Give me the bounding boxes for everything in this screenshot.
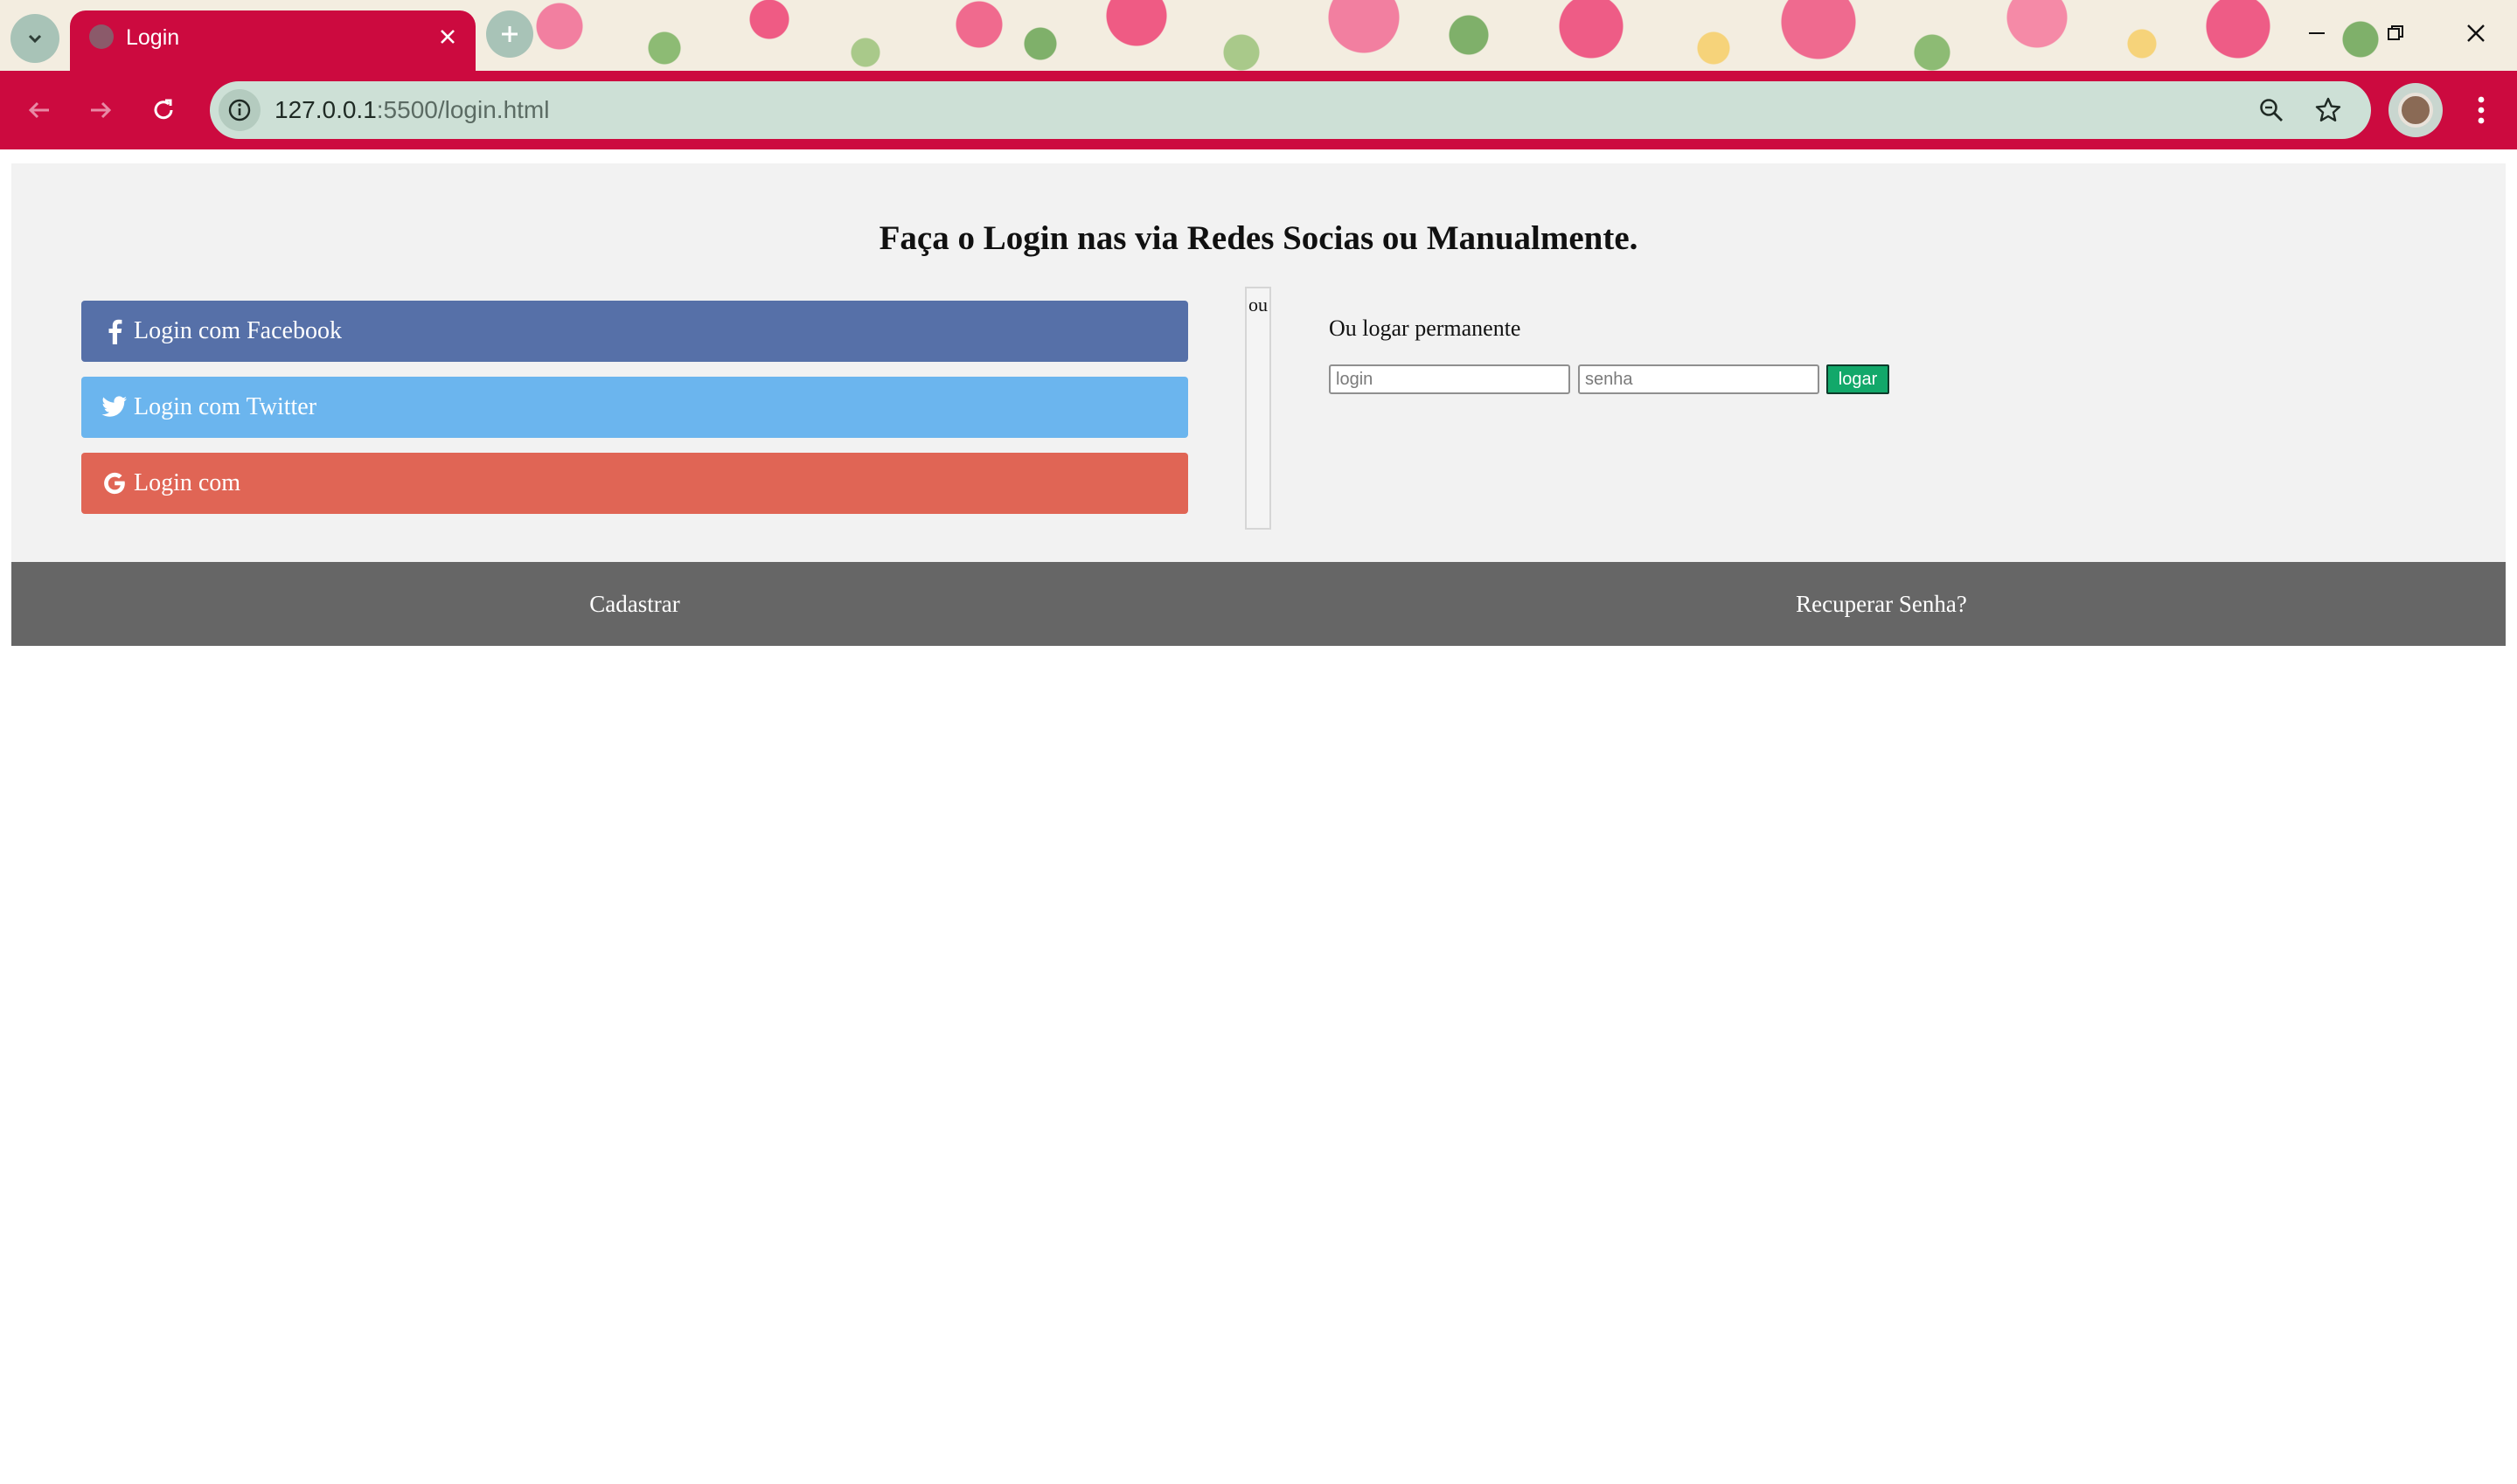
footer-bar: Cadastrar Recuperar Senha? (11, 562, 2506, 646)
info-icon (228, 99, 251, 121)
restore-button[interactable] (2378, 16, 2413, 51)
site-info-button[interactable] (219, 89, 261, 131)
logar-button[interactable]: logar (1826, 364, 1889, 394)
facebook-icon (99, 316, 130, 347)
globe-icon (89, 24, 114, 49)
login-panel: Faça o Login nas via Redes Socias ou Man… (11, 163, 2506, 562)
profile-avatar[interactable] (2388, 83, 2443, 137)
url-host: 127.0.0.1 (275, 96, 377, 123)
page-title: Faça o Login nas via Redes Socias ou Man… (879, 219, 1638, 257)
reload-button[interactable] (143, 90, 184, 130)
bookmark-button[interactable] (2312, 94, 2344, 126)
forward-button[interactable] (80, 90, 121, 130)
facebook-login-label: Login com Facebook (134, 317, 342, 344)
avatar-image (2398, 93, 2433, 128)
browser-tab-active[interactable]: Login (70, 10, 476, 71)
minimize-icon (2309, 32, 2325, 34)
chevron-down-icon (28, 34, 42, 44)
url-text[interactable]: 127.0.0.1:5500/login.html (275, 94, 549, 126)
twitter-icon (99, 392, 130, 423)
address-bar[interactable]: 127.0.0.1:5500/login.html (210, 81, 2371, 139)
google-icon (99, 468, 130, 499)
reload-icon (154, 99, 173, 120)
zoom-out-icon (2260, 99, 2283, 121)
minimize-button[interactable] (2299, 16, 2334, 51)
google-login-label: Login com (134, 469, 241, 496)
arrow-right-icon (91, 101, 112, 119)
browser-title-bar: Login (0, 0, 2517, 71)
recuperar-senha-link[interactable]: Recuperar Senha? (1258, 588, 2505, 620)
more-vertical-icon (2478, 96, 2485, 124)
arrow-left-icon (28, 101, 49, 119)
url-path: :5500/login.html (376, 96, 550, 123)
browser-toolbar: 127.0.0.1:5500/login.html (0, 71, 2517, 149)
browser-menu-button[interactable] (2462, 90, 2500, 130)
restore-icon (2388, 25, 2403, 40)
close-icon (441, 30, 455, 44)
google-login-button[interactable]: Login com (81, 453, 1188, 514)
or-divider: ou (1245, 287, 1271, 530)
tab-title: Login (126, 25, 180, 50)
plus-icon (502, 26, 518, 42)
tab-search-button[interactable] (10, 14, 59, 63)
window-close-button[interactable] (2458, 16, 2493, 51)
facebook-login-button[interactable]: Login com Facebook (81, 301, 1188, 362)
star-icon (2315, 97, 2341, 121)
twitter-login-label: Login com Twitter (134, 393, 317, 420)
back-button[interactable] (19, 90, 59, 130)
login-input[interactable] (1329, 364, 1570, 394)
tab-close-button[interactable] (432, 21, 463, 52)
new-tab-button[interactable] (486, 10, 533, 58)
zoom-button[interactable] (2256, 94, 2287, 126)
or-divider-label: ou (1248, 294, 1268, 316)
manual-login-label: Ou logar permanente (1329, 316, 1521, 341)
close-icon (2467, 24, 2485, 42)
twitter-login-button[interactable]: Login com Twitter (81, 377, 1188, 438)
cadastrar-link[interactable]: Cadastrar (11, 588, 1258, 620)
password-input[interactable] (1578, 364, 1819, 394)
